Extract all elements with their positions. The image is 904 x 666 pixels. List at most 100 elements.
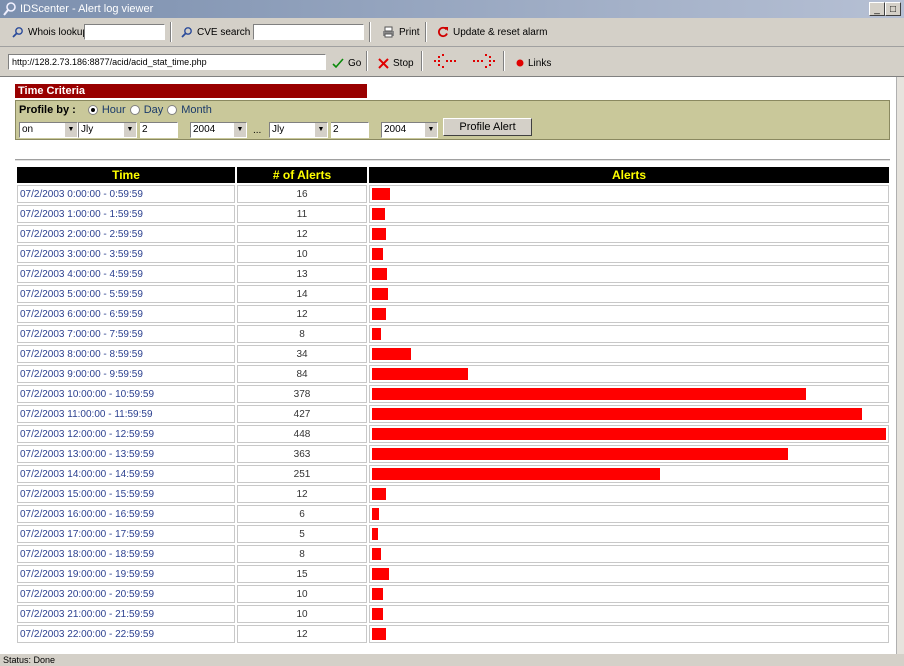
time-range-link[interactable]: 07/2/2003 14:00:00 - 14:59:59	[17, 465, 235, 483]
toolbar-separator	[421, 51, 423, 71]
minimize-button[interactable]: _	[869, 2, 885, 16]
alert-bar	[372, 248, 384, 260]
time-range-link[interactable]: 07/2/2003 16:00:00 - 16:59:59	[17, 505, 235, 523]
time-range-link[interactable]: 07/2/2003 10:00:00 - 10:59:59	[17, 385, 235, 403]
back-button[interactable]	[433, 53, 457, 69]
red-dot-icon	[516, 59, 524, 67]
alert-bar-cell	[369, 205, 889, 223]
alerts-table-body: 07/2/2003 0:00:00 - 0:59:59 16 07/2/2003 1…	[17, 185, 889, 643]
alert-bar-cell	[369, 465, 889, 483]
time-range-link[interactable]: 07/2/2003 3:00:00 - 3:59:59	[17, 245, 235, 263]
printer-icon	[383, 26, 394, 38]
links-button[interactable]: Links	[516, 55, 551, 71]
alert-bar-cell	[369, 185, 889, 203]
alert-bar-cell	[369, 505, 889, 523]
table-row: 07/2/2003 13:00:00 - 13:59:59 363	[17, 445, 889, 463]
end-day-select[interactable]: 2	[331, 122, 369, 138]
time-range-link[interactable]: 07/2/2003 18:00:00 - 18:59:59	[17, 545, 235, 563]
alert-bar	[372, 348, 411, 360]
update-reset-alarm-button[interactable]: Update & reset alarm	[437, 24, 548, 40]
alert-bar	[372, 468, 660, 480]
alert-count: 34	[237, 345, 367, 363]
time-range-link[interactable]: 07/2/2003 5:00:00 - 5:59:59	[17, 285, 235, 303]
forward-arrow-icon	[473, 54, 495, 68]
stop-x-icon	[378, 57, 389, 69]
time-range-link[interactable]: 07/2/2003 15:00:00 - 15:59:59	[17, 485, 235, 503]
table-row: 07/2/2003 20:00:00 - 20:59:59 10	[17, 585, 889, 603]
window-title: IDScenter - Alert log viewer	[20, 3, 154, 15]
table-row: 07/2/2003 8:00:00 - 8:59:59 34	[17, 345, 889, 363]
time-range-link[interactable]: 07/2/2003 2:00:00 - 2:59:59	[17, 225, 235, 243]
start-day-select[interactable]: 2	[140, 122, 178, 138]
maximize-button[interactable]: □	[885, 2, 901, 16]
alert-count: 427	[237, 405, 367, 423]
alert-bar-cell	[369, 585, 889, 603]
radio-month[interactable]	[167, 105, 178, 115]
time-range-link[interactable]: 07/2/2003 19:00:00 - 19:59:59	[17, 565, 235, 583]
time-range-link[interactable]: 07/2/2003 0:00:00 - 0:59:59	[17, 185, 235, 203]
navigation-toolbar: http://128.2.73.186:8877/acid/acid_stat_…	[0, 47, 904, 77]
toolbar-separator	[170, 22, 172, 42]
end-year-select[interactable]: 2004 ▼	[381, 122, 438, 138]
time-range-link[interactable]: 07/2/2003 21:00:00 - 21:59:59	[17, 605, 235, 623]
alert-count: 363	[237, 445, 367, 463]
alert-bar	[372, 548, 382, 560]
time-range-link[interactable]: 07/2/2003 6:00:00 - 6:59:59	[17, 305, 235, 323]
alert-count: 12	[237, 485, 367, 503]
cve-search-button[interactable]: CVE search	[181, 24, 250, 40]
alert-bar-cell	[369, 285, 889, 303]
chevron-down-icon: ▼	[233, 123, 246, 137]
time-range-link[interactable]: 07/2/2003 9:00:00 - 9:59:59	[17, 365, 235, 383]
time-range-link[interactable]: 07/2/2003 13:00:00 - 13:59:59	[17, 445, 235, 463]
forward-button[interactable]	[472, 53, 496, 69]
profile-alert-button[interactable]: Profile Alert	[443, 118, 532, 136]
alert-bar	[372, 368, 469, 380]
alert-bar	[372, 628, 386, 640]
cve-input[interactable]	[253, 24, 364, 40]
table-row: 07/2/2003 22:00:00 - 22:59:59 12	[17, 625, 889, 643]
radio-month-label: Month	[181, 104, 212, 116]
end-month-select[interactable]: Jly ▼	[269, 122, 328, 138]
time-range-link[interactable]: 07/2/2003 20:00:00 - 20:59:59	[17, 585, 235, 603]
alert-bar-cell	[369, 525, 889, 543]
alert-count: 11	[237, 205, 367, 223]
whois-lookup-button[interactable]: Whois lookup	[12, 24, 88, 40]
alert-bar	[372, 448, 789, 460]
alert-count: 10	[237, 245, 367, 263]
url-input[interactable]: http://128.2.73.186:8877/acid/acid_stat_…	[8, 54, 326, 70]
start-month-select[interactable]: Jly ▼	[78, 122, 137, 138]
time-criteria-panel: Profile by : Hour Day Month on ▼ Jly ▼ 2…	[15, 100, 890, 140]
chevron-down-icon: ▼	[64, 123, 77, 137]
stop-button[interactable]: Stop	[378, 55, 414, 71]
whois-input[interactable]	[84, 24, 165, 40]
time-range-link[interactable]: 07/2/2003 17:00:00 - 17:59:59	[17, 525, 235, 543]
time-range-link[interactable]: 07/2/2003 7:00:00 - 7:59:59	[17, 325, 235, 343]
alert-bar	[372, 208, 385, 220]
print-button[interactable]: Print	[382, 24, 420, 40]
go-button[interactable]: Go	[332, 55, 361, 71]
alert-count: 14	[237, 285, 367, 303]
time-range-link[interactable]: 07/2/2003 22:00:00 - 22:59:59	[17, 625, 235, 643]
alert-bar	[372, 568, 390, 580]
table-row: 07/2/2003 16:00:00 - 16:59:59 6	[17, 505, 889, 523]
radio-hour[interactable]	[87, 105, 98, 115]
time-range-link[interactable]: 07/2/2003 12:00:00 - 12:59:59	[17, 425, 235, 443]
table-row: 07/2/2003 0:00:00 - 0:59:59 16	[17, 185, 889, 203]
time-range-link[interactable]: 07/2/2003 11:00:00 - 11:59:59	[17, 405, 235, 423]
alert-bar-cell	[369, 385, 889, 403]
start-operator-select[interactable]: on ▼	[19, 122, 78, 138]
vertical-scrollbar[interactable]	[896, 77, 904, 654]
alert-count: 8	[237, 325, 367, 343]
chevron-down-icon: ▼	[314, 123, 327, 137]
time-range-link[interactable]: 07/2/2003 1:00:00 - 1:59:59	[17, 205, 235, 223]
time-range-link[interactable]: 07/2/2003 4:00:00 - 4:59:59	[17, 265, 235, 283]
alert-bar-cell	[369, 325, 889, 343]
alert-bar	[372, 308, 386, 320]
start-year-select[interactable]: 2004 ▼	[190, 122, 247, 138]
alert-bar-cell	[369, 605, 889, 623]
alerts-table: Time # of Alerts Alerts 07/2/2003 0:00:0…	[15, 165, 891, 645]
table-row: 07/2/2003 19:00:00 - 19:59:59 15	[17, 565, 889, 583]
radio-day[interactable]	[129, 105, 140, 115]
time-range-link[interactable]: 07/2/2003 8:00:00 - 8:59:59	[17, 345, 235, 363]
alert-bar-cell	[369, 545, 889, 563]
